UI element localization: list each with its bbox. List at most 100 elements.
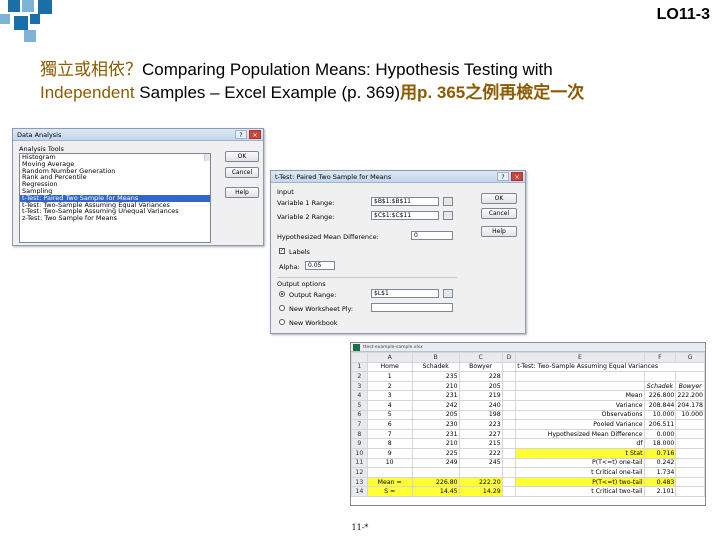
table-cell[interactable]: 210 [411,380,460,392]
table-cell[interactable]: P(T<=t) two-tail [515,476,645,488]
table-cell[interactable]: 10 [366,457,413,469]
table-cell[interactable] [501,438,517,449]
help-icon[interactable]: ? [497,172,509,181]
help-icon[interactable]: ? [235,130,247,139]
column-header[interactable]: G [675,352,705,363]
table-cell[interactable]: 226.80 [411,476,460,488]
table-cell[interactable]: 240 [458,399,503,411]
row-number[interactable]: 14 [351,486,368,497]
column-header[interactable]: F [643,352,677,363]
table-cell[interactable]: 10.000 [675,409,705,421]
table-cell[interactable] [643,371,677,382]
close-icon[interactable]: × [511,172,523,181]
table-cell[interactable] [675,428,705,440]
ok-button[interactable]: OK [225,151,259,162]
table-cell[interactable]: 204.178 [675,399,705,411]
table-cell[interactable]: Mean = [366,476,413,488]
column-header[interactable]: B [411,352,460,363]
row-number[interactable]: 1 [351,361,368,373]
table-cell[interactable]: 206.511 [643,419,677,430]
table-cell[interactable]: 4 [366,399,413,411]
table-cell[interactable]: 7 [366,428,413,440]
table-cell[interactable] [675,467,705,478]
table-cell[interactable]: 205 [411,409,460,421]
table-cell[interactable]: 225 [411,447,460,459]
table-cell[interactable]: t Critical two-tail [515,486,645,497]
table-cell[interactable]: 245 [458,457,503,469]
column-header[interactable]: D [501,352,517,363]
table-cell[interactable]: Schadek [411,361,460,373]
row-number[interactable]: 12 [351,467,368,478]
table-cell[interactable]: 228 [458,371,503,382]
table-cell[interactable]: P(T<=t) one-tail [515,457,645,469]
table-cell[interactable] [675,457,705,469]
table-cell[interactable]: 226.800 [643,390,677,401]
variable2-input[interactable]: $C$1:$C$11 [371,211,439,220]
table-cell[interactable] [501,380,517,392]
help-button[interactable]: Help [225,187,259,198]
table-cell[interactable]: 231 [411,390,460,401]
variable1-input[interactable]: $B$1:$B$11 [371,197,439,206]
alpha-input[interactable]: 0.05 [305,261,335,270]
new-workbook-radio[interactable] [279,319,285,325]
row-number[interactable]: 7 [351,419,368,430]
hyp-diff-input[interactable]: 0 [411,231,453,240]
table-cell[interactable] [411,467,460,478]
table-cell[interactable]: 223 [458,419,503,430]
range-select-icon[interactable] [443,211,453,220]
table-cell[interactable]: 8 [366,438,413,449]
table-cell[interactable]: 2.101 [643,486,677,497]
table-cell[interactable]: 219 [458,390,503,401]
table-cell[interactable] [501,371,517,382]
column-header[interactable]: C [458,352,503,363]
table-cell[interactable]: 249 [411,457,460,469]
row-number[interactable]: 13 [351,476,368,488]
help-button[interactable]: Help [481,226,517,237]
table-cell[interactable] [501,486,517,497]
table-cell[interactable]: 222.200 [675,390,705,401]
table-cell[interactable]: 1 [366,371,413,382]
table-cell[interactable] [675,447,705,459]
new-worksheet-radio[interactable] [279,305,285,311]
table-cell[interactable]: 0.000 [643,428,677,440]
table-cell[interactable] [675,419,705,430]
table-cell[interactable] [515,380,645,392]
table-cell[interactable]: 10.000 [643,409,677,421]
table-cell[interactable]: 9 [366,447,413,459]
row-number[interactable]: 6 [351,409,368,421]
table-cell[interactable]: 210 [411,438,460,449]
row-number[interactable]: 2 [351,371,368,382]
cancel-button[interactable]: Cancel [225,167,259,178]
table-cell[interactable] [501,476,517,488]
table-cell[interactable] [501,399,517,411]
output-range-radio[interactable] [279,291,285,297]
table-cell[interactable] [675,371,705,382]
table-cell[interactable]: Pooled Variance [515,419,645,430]
table-cell[interactable] [515,371,645,382]
table-cell[interactable]: 231 [411,428,460,440]
table-cell[interactable]: S = [366,486,413,497]
table-cell[interactable] [501,457,517,469]
table-cell[interactable]: 230 [411,419,460,430]
table-cell[interactable]: 6 [366,419,413,430]
table-cell[interactable]: 235 [411,371,460,382]
table-cell[interactable]: Bowyer [458,361,503,373]
new-worksheet-input[interactable] [371,303,453,312]
table-cell[interactable] [458,467,503,478]
cancel-button[interactable]: Cancel [481,208,517,219]
analysis-tool-item[interactable]: z-Test: Two Sample for Means [20,215,210,222]
column-header[interactable] [351,352,368,363]
range-select-icon[interactable] [443,289,453,298]
row-number[interactable]: 11 [351,457,368,469]
table-cell[interactable]: 222 [458,447,503,459]
row-number[interactable]: 3 [351,380,368,392]
table-cell[interactable] [501,447,517,459]
row-number[interactable]: 4 [351,390,368,401]
table-cell[interactable]: 215 [458,438,503,449]
table-cell[interactable]: t-Test: Two-Sample Assuming Equal Varian… [515,361,705,373]
table-cell[interactable]: 0.242 [643,457,677,469]
table-cell[interactable]: 0.483 [643,476,677,488]
table-cell[interactable]: 5 [366,409,413,421]
table-cell[interactable]: t Stat [515,447,645,459]
list-scrollbar[interactable] [204,154,210,161]
